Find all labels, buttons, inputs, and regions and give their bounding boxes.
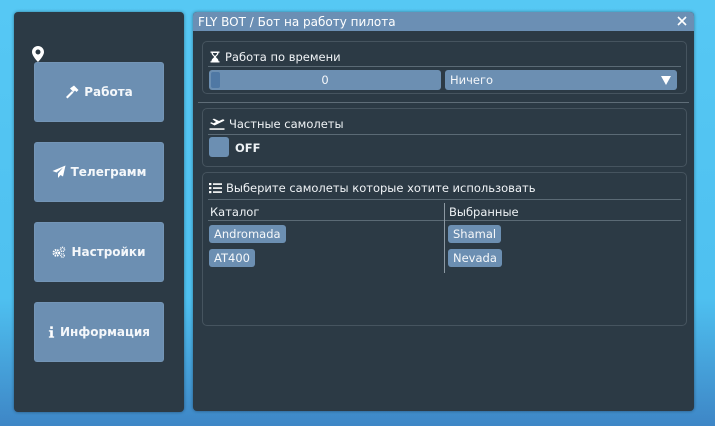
telegram-button[interactable]: Телеграмм — [34, 142, 164, 202]
private-planes-title: Частные самолеты — [229, 117, 344, 131]
plane-selection-heading: Выберите самолеты которые хотите использ… — [209, 181, 535, 195]
settings-button-label: Настройки — [71, 245, 146, 259]
private-planes-toggle-label: OFF — [235, 141, 261, 155]
plane-departure-icon — [209, 118, 225, 130]
time-slider[interactable]: 0 — [209, 70, 441, 90]
time-work-title: Работа по времени — [225, 50, 341, 64]
time-slider-value: 0 — [321, 73, 329, 87]
hourglass-icon — [210, 51, 220, 63]
cogs-icon — [53, 246, 66, 258]
main-window: FLY BOT / Бот на работу пилота Работа по… — [193, 12, 694, 411]
divider — [208, 134, 681, 135]
settings-button[interactable]: Настройки — [34, 222, 164, 282]
work-button-label: Работа — [84, 85, 133, 99]
private-planes-toggle[interactable] — [209, 137, 229, 157]
catalog-column-header: Каталог — [210, 205, 260, 219]
selected-item-shamal[interactable]: Shamal — [448, 225, 502, 243]
selected-column-header: Выбранные — [449, 205, 519, 219]
time-mode-combo[interactable]: Ничего — [445, 70, 677, 90]
window-titlebar: FLY BOT / Бот на работу пилота — [193, 12, 694, 31]
work-button[interactable]: Работа — [34, 62, 164, 122]
chevron-down-icon — [661, 76, 671, 85]
selected-item-nevada[interactable]: Nevada — [448, 249, 502, 267]
divider — [208, 199, 681, 200]
window-title: FLY BOT / Бот на работу пилота — [198, 14, 396, 29]
catalog-item-andromada[interactable]: Andromada — [209, 225, 286, 243]
private-planes-heading: Частные самолеты — [209, 117, 344, 131]
map-pin-icon — [32, 46, 44, 62]
section-separator — [198, 102, 689, 103]
plane-selection-panel: Выберите самолеты которые хотите использ… — [202, 172, 687, 326]
plane-selection-title: Выберите самолеты которые хотите использ… — [226, 181, 536, 195]
info-icon — [48, 326, 55, 338]
catalog-item-at400[interactable]: AT400 — [209, 249, 255, 267]
hammer-icon — [66, 85, 79, 99]
close-icon[interactable] — [675, 14, 689, 28]
list-icon — [209, 183, 222, 194]
info-button[interactable]: Информация — [34, 302, 164, 362]
info-button-label: Информация — [60, 325, 150, 339]
time-work-heading: Работа по времени — [209, 50, 341, 64]
paper-plane-icon — [52, 165, 66, 178]
telegram-button-label: Телеграмм — [70, 165, 147, 179]
time-work-panel: Работа по времени 0 Ничего — [202, 41, 687, 94]
column-divider — [444, 203, 445, 273]
divider — [208, 66, 681, 67]
private-planes-panel: Частные самолеты OFF — [202, 108, 687, 167]
time-mode-value: Ничего — [450, 73, 494, 87]
sidebar: Работа Телеграмм Настройки Информация — [14, 12, 184, 412]
